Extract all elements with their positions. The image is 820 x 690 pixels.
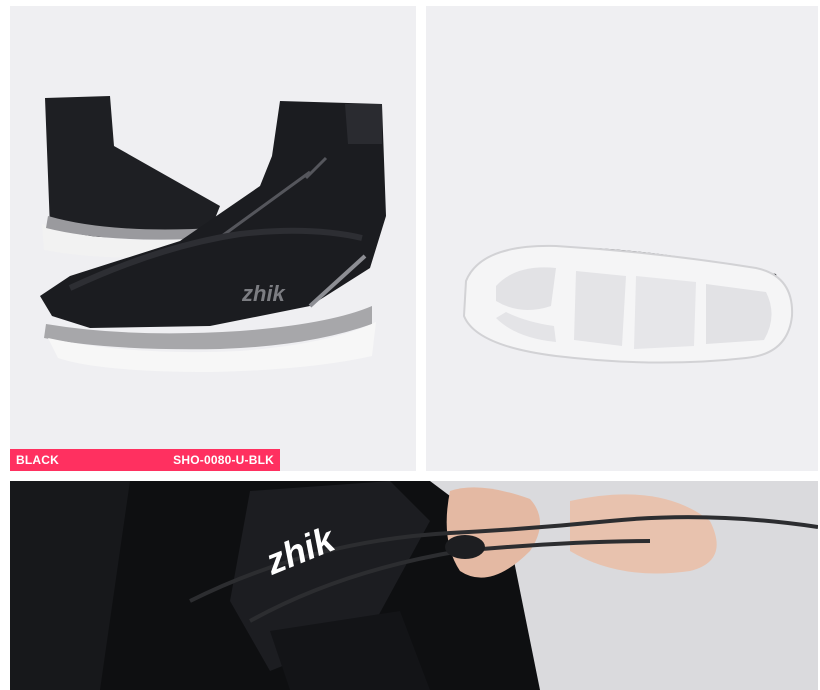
- brand-logo: zhik: [241, 281, 287, 306]
- product-sku: SHO-0080-U-BLK: [173, 453, 274, 467]
- product-image-boots: zhik: [10, 6, 416, 471]
- product-image-sole: [426, 6, 818, 471]
- product-image-detail: zhik: [10, 481, 818, 690]
- colour-sku-badge: BLACK SHO-0080-U-BLK: [10, 449, 280, 471]
- boots-illustration: zhik: [40, 96, 386, 372]
- lace-detail-illustration: zhik: [10, 481, 818, 690]
- sole-illustration: [462, 244, 794, 364]
- colour-name: BLACK: [16, 453, 59, 467]
